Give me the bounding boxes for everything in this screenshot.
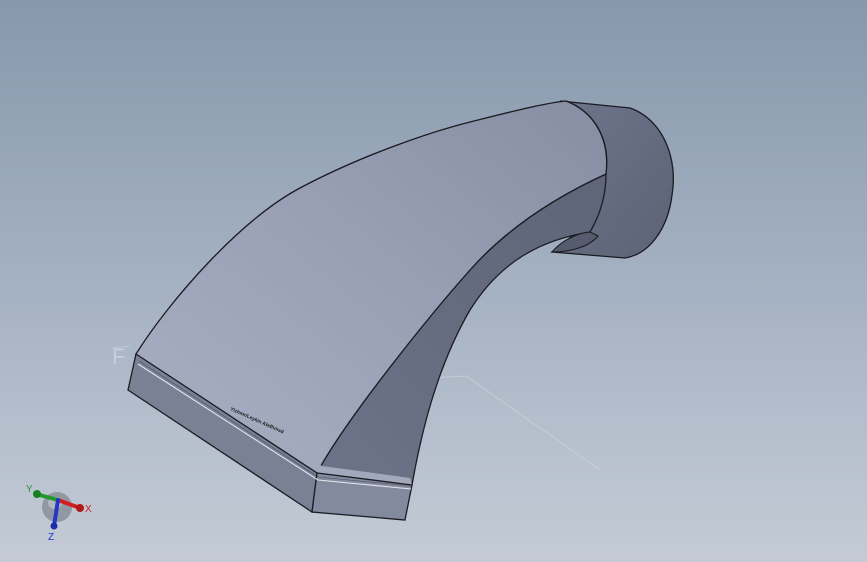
3d-viewport[interactable]: F Yizhmr/Leykin Abdhmsd X Y Z — [0, 0, 867, 562]
triad-y-label: Y — [26, 484, 33, 495]
triad-z-label: Z — [48, 532, 54, 543]
triad-x-label: X — [85, 504, 92, 515]
coordinate-triad[interactable]: X Y Z — [26, 484, 92, 543]
model-scene[interactable]: Yizhmr/Leykin Abdhmsd X Y Z — [0, 0, 867, 562]
